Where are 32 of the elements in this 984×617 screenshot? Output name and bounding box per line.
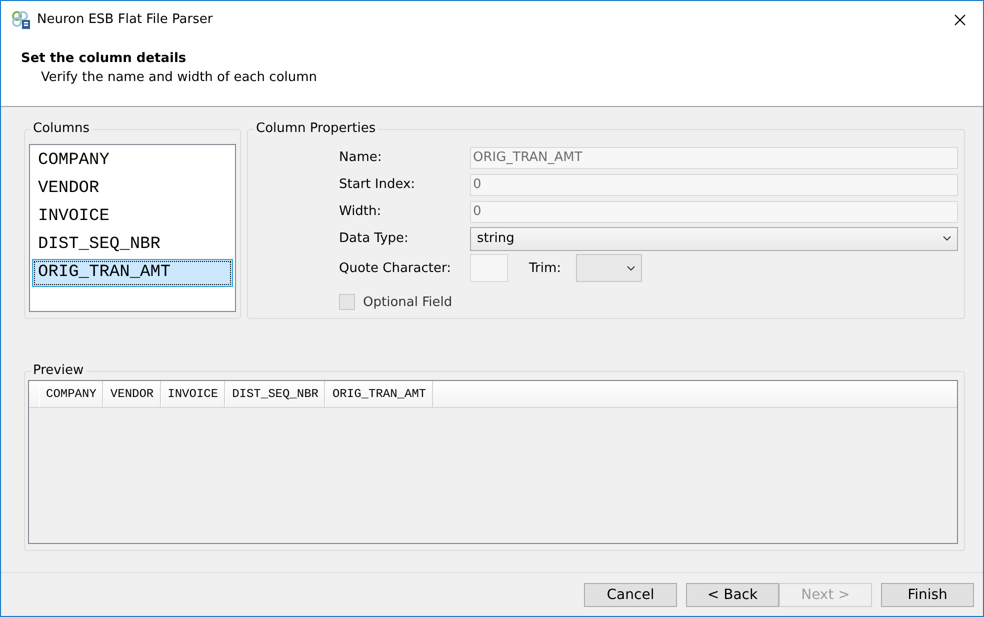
column-header[interactable]: DIST_SEQ_NBR	[225, 381, 326, 407]
trim-dropdown[interactable]	[576, 254, 642, 282]
list-item[interactable]: COMPANY	[32, 147, 233, 175]
column-header[interactable]: VENDOR	[103, 381, 161, 407]
wizard-button[interactable]: < Back	[686, 582, 779, 606]
close-icon	[954, 14, 966, 26]
checkbox-label: Optional Field	[363, 294, 452, 310]
list-item[interactable]: INVOICE	[32, 203, 233, 231]
list-item[interactable]: VENDOR	[32, 175, 233, 203]
field-label: Width:	[339, 204, 382, 219]
column-header[interactable]: INVOICE	[160, 381, 226, 407]
chevron-icon	[627, 266, 636, 270]
field-label: Data Type:	[339, 231, 410, 246]
page-title: Set the column details	[21, 51, 188, 66]
window-title: Neuron ESB Flat File Parser	[37, 12, 214, 27]
field-label: Quote Character:	[339, 260, 452, 276]
column-header[interactable]: ORIG_TRAN_AMT	[325, 381, 434, 407]
wizard-button[interactable]: Finish	[881, 582, 974, 606]
wizard-button[interactable]: Cancel	[584, 582, 677, 606]
list-item[interactable]: DIST_SEQ_NBR	[32, 231, 233, 259]
field-label: Name:	[339, 150, 383, 165]
column-header[interactable]: COMPANY	[39, 381, 104, 407]
app-icon	[11, 10, 31, 30]
list-item[interactable]: ORIG_TRAN_AMT	[32, 259, 233, 287]
field-label: Trim:	[529, 260, 562, 276]
data-type-dropdown[interactable]: string	[470, 226, 958, 250]
group-label: Column Properties	[254, 121, 378, 137]
page-subtitle: Verify the name and width of each column	[40, 70, 318, 85]
chevron-icon	[943, 236, 951, 241]
field-label: Start Index:	[339, 177, 416, 192]
checkbox[interactable]	[339, 294, 355, 310]
quote-field[interactable]	[470, 254, 508, 282]
